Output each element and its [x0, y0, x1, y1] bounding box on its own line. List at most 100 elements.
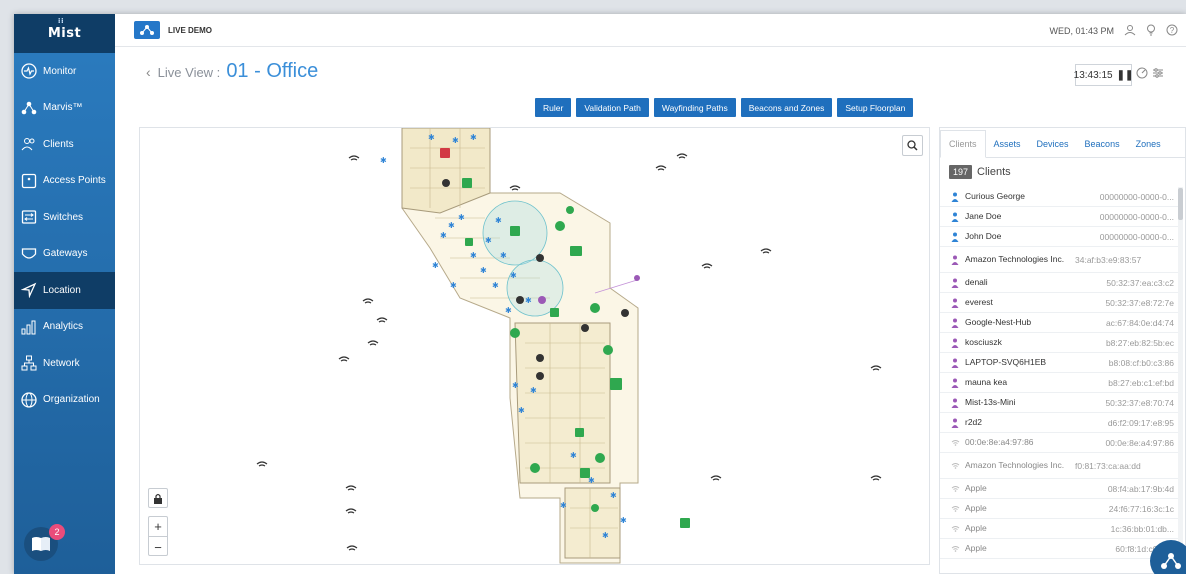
client-mac: 50:32:37:e8:72:7e — [1105, 297, 1174, 308]
settings-sliders-icon[interactable] — [1152, 66, 1164, 84]
speedometer-icon[interactable] — [1136, 66, 1148, 84]
tab-beacons[interactable]: Beacons — [1077, 139, 1128, 157]
client-row[interactable]: Jane Doe 00000000-0000-0... — [940, 207, 1178, 227]
wayfinding-paths-button[interactable]: Wayfinding Paths — [653, 98, 736, 117]
switches-icon — [21, 209, 37, 225]
location-icon — [21, 282, 37, 299]
svg-text:✱: ✱ — [450, 281, 457, 290]
client-row[interactable]: Apple 60:f8:1d:c0:ef... — [940, 539, 1178, 559]
svg-text:✱: ✱ — [428, 133, 435, 142]
sidebar-item-label: Analytics — [43, 321, 84, 333]
org-name: LIVE DEMO — [168, 25, 213, 35]
analytics-icon — [21, 319, 37, 335]
organization-icon — [21, 392, 37, 408]
client-row[interactable]: Google-Nest-Hub ac:67:84:0e:d4:74 — [940, 313, 1178, 333]
tab-clients[interactable]: Clients — [940, 130, 986, 158]
list-scrollbar[interactable] — [1178, 187, 1183, 567]
tab-assets[interactable]: Assets — [986, 139, 1029, 157]
client-row[interactable]: everest 50:32:37:e8:72:7e — [940, 293, 1178, 313]
sidebar-item-switches[interactable]: Switches — [14, 199, 115, 236]
client-name: mauna kea — [965, 377, 1008, 387]
client-row[interactable]: 00:0e:8e:a4:97:86 00:0e:8e:a4:97:86 — [940, 433, 1178, 453]
setup-floorplan-button[interactable]: Setup Floorplan — [837, 98, 914, 117]
clients-icon — [21, 136, 37, 152]
beacons-zones-button[interactable]: Beacons and Zones — [740, 98, 833, 117]
svg-text:?: ? — [1170, 26, 1175, 35]
ruler-button[interactable]: Ruler — [535, 98, 572, 117]
client-row[interactable]: John Doe 00000000-0000-0... — [940, 227, 1178, 247]
user-icon — [949, 418, 961, 428]
client-row[interactable]: kosciuszk b8:27:eb:82:5b:ec — [940, 333, 1178, 353]
sidebar-item-label: Switches — [43, 211, 84, 223]
marvis-assistant-button[interactable] — [1150, 540, 1186, 574]
sidebar-item-gateways[interactable]: Gateways — [14, 236, 115, 273]
client-name: Apple — [965, 543, 987, 553]
user-icon — [949, 338, 961, 348]
sidebar-item-clients[interactable]: Clients — [14, 126, 115, 163]
live-time-control[interactable]: 13:43:15 ❚❚ — [1074, 64, 1134, 86]
client-mac: 00:0e:8e:a4:97:86 — [1105, 437, 1174, 448]
sidebar-item-organization[interactable]: Organization — [14, 382, 115, 419]
client-mac: 00000000-0000-0... — [1099, 191, 1174, 202]
list-scrollbar-thumb[interactable] — [1178, 188, 1183, 220]
sidebar-item-location[interactable]: Location — [14, 272, 115, 309]
client-row[interactable]: Apple 08:f4:ab:17:9b:4d — [940, 479, 1178, 499]
client-count-badge: 197 — [949, 165, 973, 179]
wifi-icon — [949, 485, 961, 492]
client-mac: 00000000-0000-0... — [1099, 231, 1174, 242]
network-icon — [21, 355, 37, 371]
svg-text:✱: ✱ — [505, 306, 512, 315]
client-mac: ac:67:84:0e:d4:74 — [1105, 317, 1174, 328]
lightbulb-icon[interactable] — [1146, 24, 1156, 38]
sidebar-item-analytics[interactable]: Analytics — [14, 309, 115, 346]
client-row[interactable]: LAPTOP-SVQ6H1EB b8:08:cf:b0:c3:86 — [940, 353, 1178, 373]
sidebar-item-network[interactable]: Network — [14, 345, 115, 382]
back-arrow-icon[interactable]: ‹ — [146, 64, 151, 80]
client-row[interactable]: Amazon Technologies Inc. 34:af:b3:e9:83:5… — [940, 247, 1178, 273]
user-icon[interactable] — [1124, 24, 1136, 38]
client-row[interactable]: Amazon Technologies Inc. f0:81:73:ca:aa:d… — [940, 453, 1178, 479]
svg-text:✱: ✱ — [525, 296, 532, 305]
panel-tabs: Clients Assets Devices Beacons Zones — [940, 128, 1185, 158]
svg-text:✱: ✱ — [610, 491, 617, 500]
sidebar-item-access-points[interactable]: Access Points — [14, 163, 115, 200]
svg-text:✱: ✱ — [480, 266, 487, 275]
svg-text:✱: ✱ — [470, 251, 477, 260]
client-row[interactable]: r2d2 d6:f2:09:17:e8:95 — [940, 413, 1178, 433]
wifi-icon — [949, 545, 961, 552]
page-title[interactable]: 01 - Office — [226, 60, 318, 83]
client-mac: 1c:36:bb:01:db... — [1110, 523, 1174, 534]
client-name: John Doe — [965, 231, 1002, 241]
client-mac: 34:af:b3:e9:83:57 — [1075, 254, 1142, 265]
zoom-in-button[interactable]: + — [149, 517, 167, 537]
sidebar-item-label: Network — [43, 357, 80, 369]
client-name: Apple — [965, 523, 987, 533]
floorplan-map[interactable]: ✱ ✱ ✱ ✱ ✱ ✱ ✱ ✱ ✱ ✱ ✱ ✱ ✱ ✱ ✱ ✱ ✱ ✱ ✱ ✱ ✱ ✱ ✱ ✱ ✱ ✱ ✱ — [139, 127, 930, 565]
sidebar-item-monitor[interactable]: Monitor — [14, 53, 115, 90]
wifi-icon — [949, 525, 961, 532]
svg-text:✱: ✱ — [530, 386, 537, 395]
client-row[interactable]: Apple 1c:36:bb:01:db... — [940, 519, 1178, 539]
pause-icon[interactable]: ❚❚ — [1117, 70, 1134, 81]
sidebar-item-marvis[interactable]: Marvis™ — [14, 90, 115, 127]
tab-devices[interactable]: Devices — [1029, 139, 1077, 157]
help-icon[interactable]: ? — [1166, 24, 1178, 38]
client-row[interactable]: Curious George 00000000-0000-0... — [940, 187, 1178, 207]
svg-text:✱: ✱ — [380, 156, 387, 165]
client-row[interactable]: Mist-13s-Mini 50:32:37:e8:70:74 — [940, 393, 1178, 413]
tab-zones[interactable]: Zones — [1128, 139, 1169, 157]
zoom-control: + − — [148, 516, 168, 556]
map-lock-button[interactable] — [148, 488, 168, 508]
client-row[interactable]: denali 50:32:37:ea:c3:c2 — [940, 273, 1178, 293]
client-name: Mist-13s-Mini — [965, 397, 1016, 407]
client-name: Apple — [965, 483, 987, 493]
monitor-icon — [21, 63, 37, 79]
client-row[interactable]: Apple 24:f6:77:16:3c:1c — [940, 499, 1178, 519]
zoom-out-button[interactable]: − — [149, 537, 167, 557]
client-row[interactable]: mauna kea b8:27:eb:c1:ef:bd — [940, 373, 1178, 393]
validation-path-button[interactable]: Validation Path — [576, 98, 649, 117]
client-name: Jane Doe — [965, 211, 1002, 221]
map-search-button[interactable] — [902, 135, 923, 156]
user-icon — [949, 255, 961, 265]
client-mac: d6:f2:09:17:e8:95 — [1107, 417, 1174, 428]
